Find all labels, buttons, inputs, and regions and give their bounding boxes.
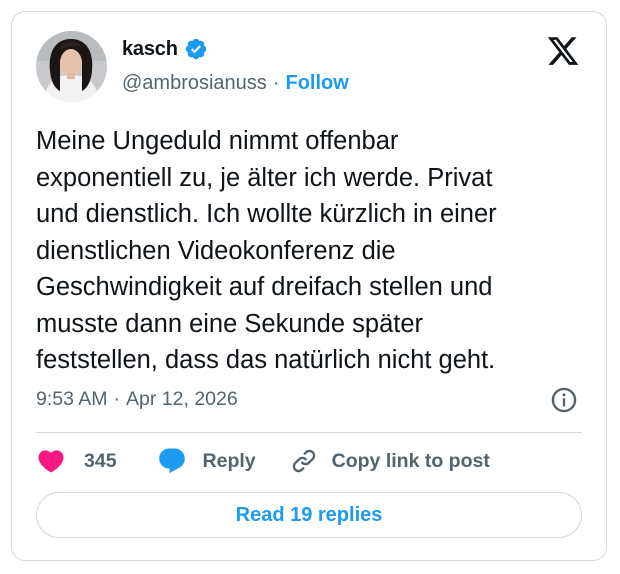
info-icon[interactable] [550, 386, 578, 414]
x-logo-icon[interactable] [546, 34, 580, 68]
tweet-time: 9:53 AM [36, 387, 108, 410]
read-replies-label: Read 19 replies [235, 503, 383, 526]
divider [36, 432, 582, 433]
copy-link-button[interactable]: Copy link to post [290, 447, 490, 475]
avatar[interactable] [36, 31, 107, 102]
handle-row: @ambrosianuss · Follow [122, 69, 349, 97]
tweet-card: kasch @ambrosianuss · Follow Meine Unged… [11, 11, 607, 561]
like-count: 345 [84, 449, 117, 472]
avatar-image [36, 31, 107, 102]
read-replies-button[interactable]: Read 19 replies [36, 492, 582, 538]
verified-badge-icon [185, 38, 206, 60]
like-button[interactable]: 345 [36, 446, 117, 476]
reply-button[interactable]: Reply [157, 446, 256, 476]
action-bar: 345 Reply Copy link to post [36, 443, 490, 479]
tweet-text: Meine Ungeduld nimmt offenbar exponentie… [36, 127, 497, 374]
author-handle[interactable]: @ambrosianuss [122, 72, 267, 95]
tweet-timestamp[interactable]: 9:53 AM · Apr 12, 2026 [36, 384, 238, 414]
handle-separator: · [272, 71, 280, 94]
reply-label: Reply [202, 449, 256, 472]
timestamp-separator: · [113, 387, 121, 410]
speech-bubble-icon [158, 448, 185, 474]
copy-link-label: Copy link to post [331, 449, 490, 472]
link-icon [292, 449, 315, 473]
tweet-date: Apr 12, 2026 [126, 387, 238, 410]
follow-button[interactable]: Follow [285, 72, 348, 95]
author-name-row: kasch [122, 35, 208, 63]
heart-icon [38, 450, 64, 473]
display-name[interactable]: kasch [122, 38, 178, 61]
